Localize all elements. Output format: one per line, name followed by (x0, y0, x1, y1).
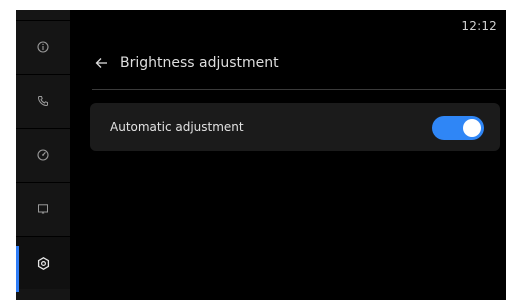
car-display: 12:12 Brightness adjustment Automatic ad… (16, 10, 506, 300)
nav-item-info[interactable] (16, 20, 70, 73)
screen-frame: 12:12 Brightness adjustment Automatic ad… (0, 0, 508, 302)
speed-icon (37, 149, 49, 161)
page-title: Brightness adjustment (120, 55, 279, 71)
back-button[interactable] (92, 54, 110, 72)
nav-selected-indicator (16, 246, 19, 292)
back-arrow-icon (95, 54, 108, 73)
nav-item-speed[interactable] (16, 128, 70, 181)
toggle-knob (463, 119, 481, 137)
phone-icon (37, 95, 49, 107)
info-icon (37, 41, 49, 53)
header-divider (92, 89, 506, 90)
nav-item-settings[interactable] (16, 236, 70, 289)
automatic-adjustment-label: Automatic adjustment (110, 120, 244, 134)
automatic-adjustment-toggle[interactable] (432, 116, 484, 140)
status-time: 12:12 (461, 19, 497, 33)
nav-item-display[interactable] (16, 182, 70, 235)
automatic-adjustment-row: Automatic adjustment (90, 103, 500, 151)
display-icon (37, 203, 49, 215)
nav-rail (16, 10, 70, 300)
settings-icon (37, 256, 50, 270)
page-header: Brightness adjustment (92, 52, 279, 74)
nav-item-phone[interactable] (16, 74, 70, 127)
